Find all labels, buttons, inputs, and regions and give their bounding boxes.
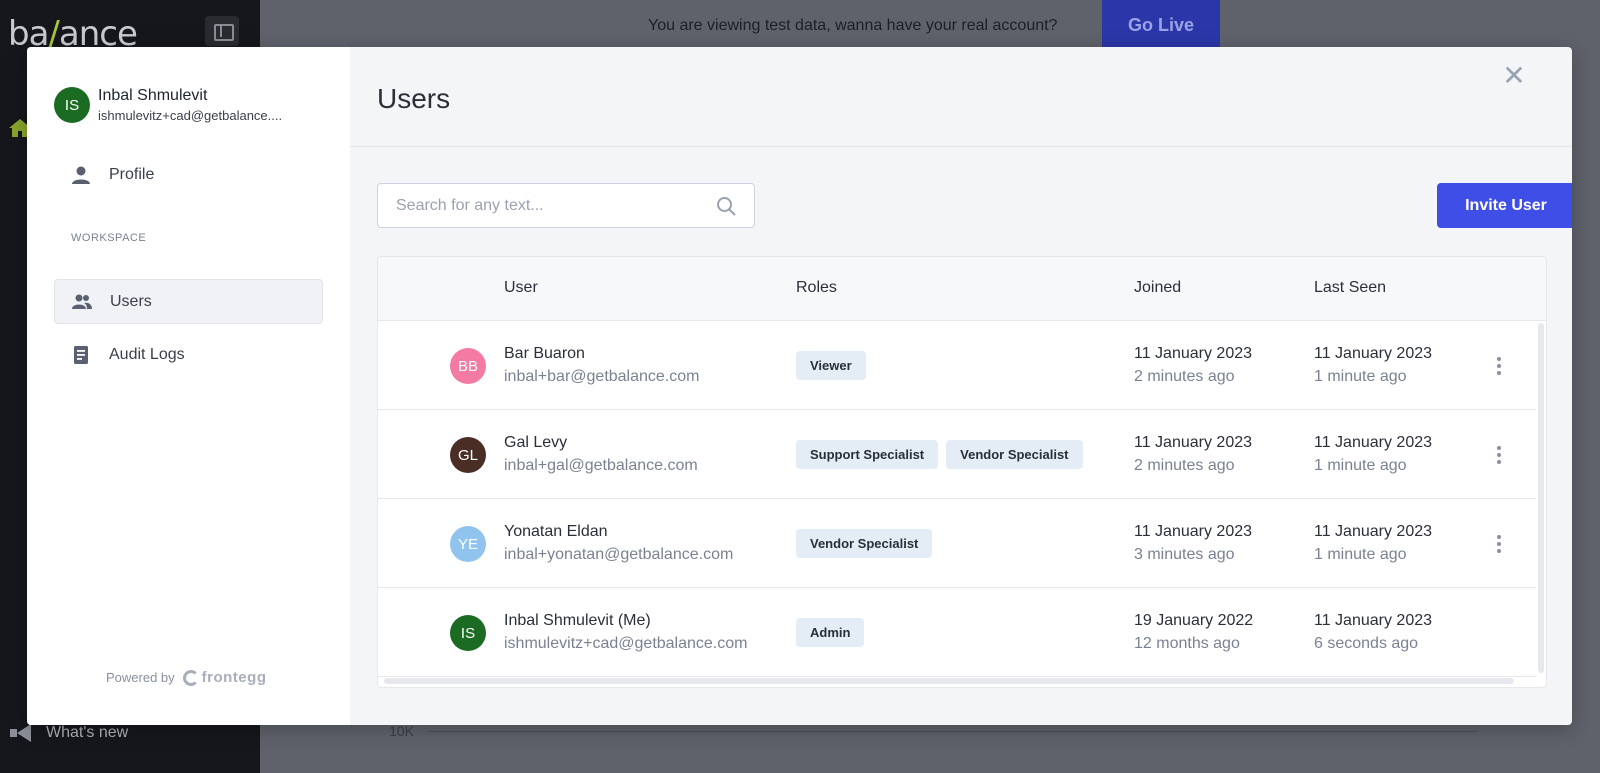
sidebar-collapse-icon[interactable]: [205, 16, 239, 46]
table-row[interactable]: YE Yonatan Eldan inbal+yonatan@getbalance.…: [378, 499, 1536, 588]
nav-item-label: Users: [110, 292, 152, 310]
document-icon: [74, 345, 88, 364]
table-row[interactable]: BB Bar Buaron inbal+bar@getbalance.com View…: [378, 321, 1536, 410]
last-seen-date: 11 January 2023: [1314, 434, 1433, 451]
search-box: [377, 183, 755, 228]
avatar: IS: [54, 87, 90, 123]
last-seen-relative: 1 minute ago: [1314, 368, 1407, 385]
joined-relative: 2 minutes ago: [1134, 457, 1235, 474]
role-badge: Support Specialist: [796, 440, 939, 469]
last-seen-date: 11 January 2023: [1314, 523, 1433, 540]
users-icon: [72, 294, 92, 309]
last-seen-date: 11 January 2023: [1314, 345, 1433, 362]
user-email: ishmulevitz+cad@getbalance.com: [504, 635, 748, 652]
frontegg-logo: frontegg: [182, 669, 267, 686]
nav-item-audit-logs[interactable]: Audit Logs: [54, 332, 323, 377]
role-badge: Viewer: [796, 351, 866, 380]
joined-date: 11 January 2023: [1134, 434, 1253, 451]
user-name: Gal Levy: [504, 434, 568, 451]
current-user-card: IS Inbal Shmulevit ishmulevitz+cad@getba…: [54, 87, 303, 123]
table-row[interactable]: IS Inbal Shmulevit (Me) ishmulevitz+cad@ge…: [378, 588, 1536, 677]
frontegg-brand-text: frontegg: [201, 669, 267, 686]
user-name: Yonatan Eldan: [504, 523, 608, 540]
workspace-section-label: WORKSPACE: [71, 232, 147, 244]
joined-date: 11 January 2023: [1134, 345, 1253, 362]
banner-text: You are viewing test data, wanna have yo…: [648, 17, 1058, 34]
search-input[interactable]: [378, 184, 698, 227]
avatar: YE: [450, 526, 486, 562]
last-seen-relative: 1 minute ago: [1314, 457, 1407, 474]
divider: [350, 146, 1572, 147]
close-icon[interactable]: ✕: [1500, 62, 1528, 90]
whats-new-label: What's new: [46, 724, 129, 741]
column-header-last-seen[interactable]: Last Seen: [1314, 279, 1386, 297]
powered-by-label: Powered by: [106, 670, 175, 685]
joined-relative: 3 minutes ago: [1134, 546, 1235, 563]
users-table: User Roles Joined Last Seen BB Bar Buaron…: [377, 256, 1547, 688]
column-header-roles[interactable]: Roles: [796, 279, 837, 297]
vertical-scrollbar[interactable]: [1538, 323, 1544, 673]
nav-item-users[interactable]: Users: [54, 279, 323, 324]
search-icon[interactable]: [716, 196, 736, 216]
roles-list: Support Specialist Vendor Specialist: [796, 440, 1083, 469]
more-options-icon[interactable]: [1489, 355, 1509, 377]
column-header-user[interactable]: User: [504, 279, 538, 297]
avatar: BB: [450, 348, 486, 384]
whats-new-link[interactable]: What's new: [10, 724, 128, 742]
user-name: Bar Buaron: [504, 345, 585, 362]
more-options-icon[interactable]: [1489, 533, 1509, 555]
person-icon: [72, 166, 90, 184]
more-options-icon[interactable]: [1489, 444, 1509, 466]
users-page: Users ✕ Invite User User Roles Joined La…: [350, 47, 1572, 725]
roles-list: Vendor Specialist: [796, 529, 933, 558]
invite-user-button[interactable]: Invite User: [1437, 183, 1572, 228]
current-user-email: ishmulevitz+cad@getbalance....: [98, 108, 283, 123]
table-header: User Roles Joined Last Seen: [378, 257, 1546, 321]
nav-item-label: Profile: [109, 165, 155, 183]
nav-item-label: Audit Logs: [109, 345, 185, 363]
user-name: Inbal Shmulevit (Me): [504, 612, 651, 629]
frontegg-logo-icon: [182, 669, 199, 686]
megaphone-icon: [10, 724, 32, 742]
avatar: IS: [450, 615, 486, 651]
current-user-name: Inbal Shmulevit: [98, 87, 208, 104]
role-badge: Admin: [796, 618, 865, 647]
roles-list: Admin: [796, 618, 865, 647]
modal-sidebar: IS Inbal Shmulevit ishmulevitz+cad@getba…: [27, 47, 350, 725]
roles-list: Viewer: [796, 351, 866, 380]
joined-date: 11 January 2023: [1134, 523, 1253, 540]
chart-axis-label: 10K: [389, 723, 414, 739]
user-email: inbal+yonatan@getbalance.com: [504, 546, 734, 563]
nav-item-profile[interactable]: Profile: [54, 152, 323, 197]
table-row[interactable]: GL Gal Levy inbal+gal@getbalance.com Suppor…: [378, 410, 1536, 499]
joined-date: 19 January 2022: [1134, 612, 1254, 629]
last-seen-relative: 6 seconds ago: [1314, 635, 1419, 652]
user-email: inbal+bar@getbalance.com: [504, 368, 700, 385]
role-badge: Vendor Specialist: [796, 529, 933, 558]
powered-by-frontegg[interactable]: Powered by frontegg: [106, 669, 266, 686]
role-badge: Vendor Specialist: [946, 440, 1083, 469]
last-seen-relative: 1 minute ago: [1314, 546, 1407, 563]
user-email: inbal+gal@getbalance.com: [504, 457, 698, 474]
joined-relative: 12 months ago: [1134, 635, 1240, 652]
column-header-joined[interactable]: Joined: [1134, 279, 1181, 297]
go-live-button[interactable]: Go Live: [1102, 0, 1220, 50]
avatar: GL: [450, 437, 486, 473]
admin-portal-modal: IS Inbal Shmulevit ishmulevitz+cad@getba…: [27, 47, 1572, 725]
horizontal-scrollbar[interactable]: [384, 678, 1514, 684]
chart-gridline: [428, 731, 1478, 732]
page-title: Users: [377, 83, 451, 114]
joined-relative: 2 minutes ago: [1134, 368, 1235, 385]
last-seen-date: 11 January 2023: [1314, 612, 1433, 629]
